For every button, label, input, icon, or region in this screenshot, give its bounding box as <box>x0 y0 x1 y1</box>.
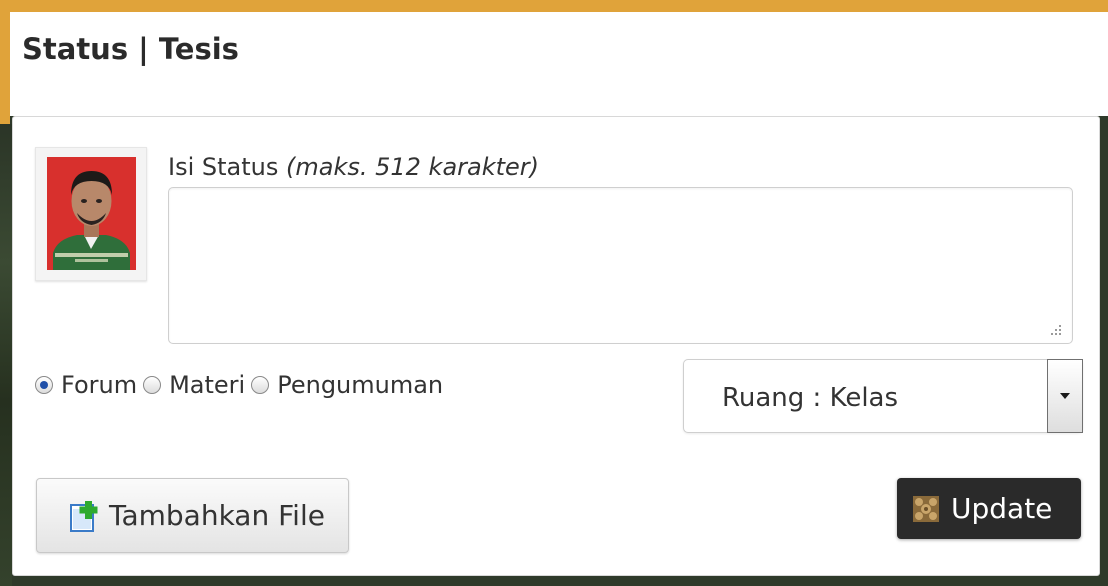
accent-left-bar <box>0 0 10 124</box>
status-textarea[interactable] <box>168 187 1073 344</box>
radio-button[interactable] <box>251 376 270 394</box>
status-label-text: Isi Status <box>168 153 279 181</box>
page-header: Status | Tesis <box>10 12 1108 116</box>
add-file-button-label: Tambahkan File <box>109 499 325 532</box>
background-strip <box>0 124 12 586</box>
post-type-radio-group: Forum Materi Pengumuman <box>35 369 449 401</box>
add-file-button[interactable]: Tambahkan File <box>36 478 349 553</box>
radio-pengumuman-label: Pengumuman <box>277 371 444 399</box>
select-dropdown-button[interactable] <box>1047 359 1083 433</box>
status-panel: Isi Status (maks. 512 karakter) Forum Ma… <box>12 116 1100 576</box>
ruang-select[interactable]: Ruang : Kelas <box>683 359 1083 433</box>
ornament-icon <box>913 495 939 522</box>
profile-photo-icon <box>47 157 136 270</box>
accent-top-bar <box>0 0 1108 12</box>
ruang-select-value: Ruang : Kelas <box>722 383 899 413</box>
radio-button[interactable] <box>143 376 162 394</box>
resize-grip-icon[interactable] <box>1047 321 1063 337</box>
radio-materi[interactable]: Materi <box>143 371 245 399</box>
avatar <box>47 157 136 270</box>
radio-materi-label: Materi <box>169 371 246 399</box>
update-button-label: Update <box>951 492 1053 525</box>
radio-button-checked[interactable] <box>35 376 53 394</box>
avatar-frame <box>35 147 147 281</box>
page-title: Status | Tesis <box>22 32 239 66</box>
radio-forum-label: Forum <box>61 371 138 399</box>
status-label: Isi Status (maks. 512 karakter) <box>168 153 539 181</box>
chevron-down-icon <box>1060 393 1070 399</box>
status-limit-hint: (maks. 512 karakter) <box>286 153 540 181</box>
radio-pengumuman[interactable]: Pengumuman <box>251 371 443 399</box>
update-button[interactable]: Update <box>897 478 1081 539</box>
file-add-icon <box>70 500 98 532</box>
radio-forum[interactable]: Forum <box>35 371 137 399</box>
